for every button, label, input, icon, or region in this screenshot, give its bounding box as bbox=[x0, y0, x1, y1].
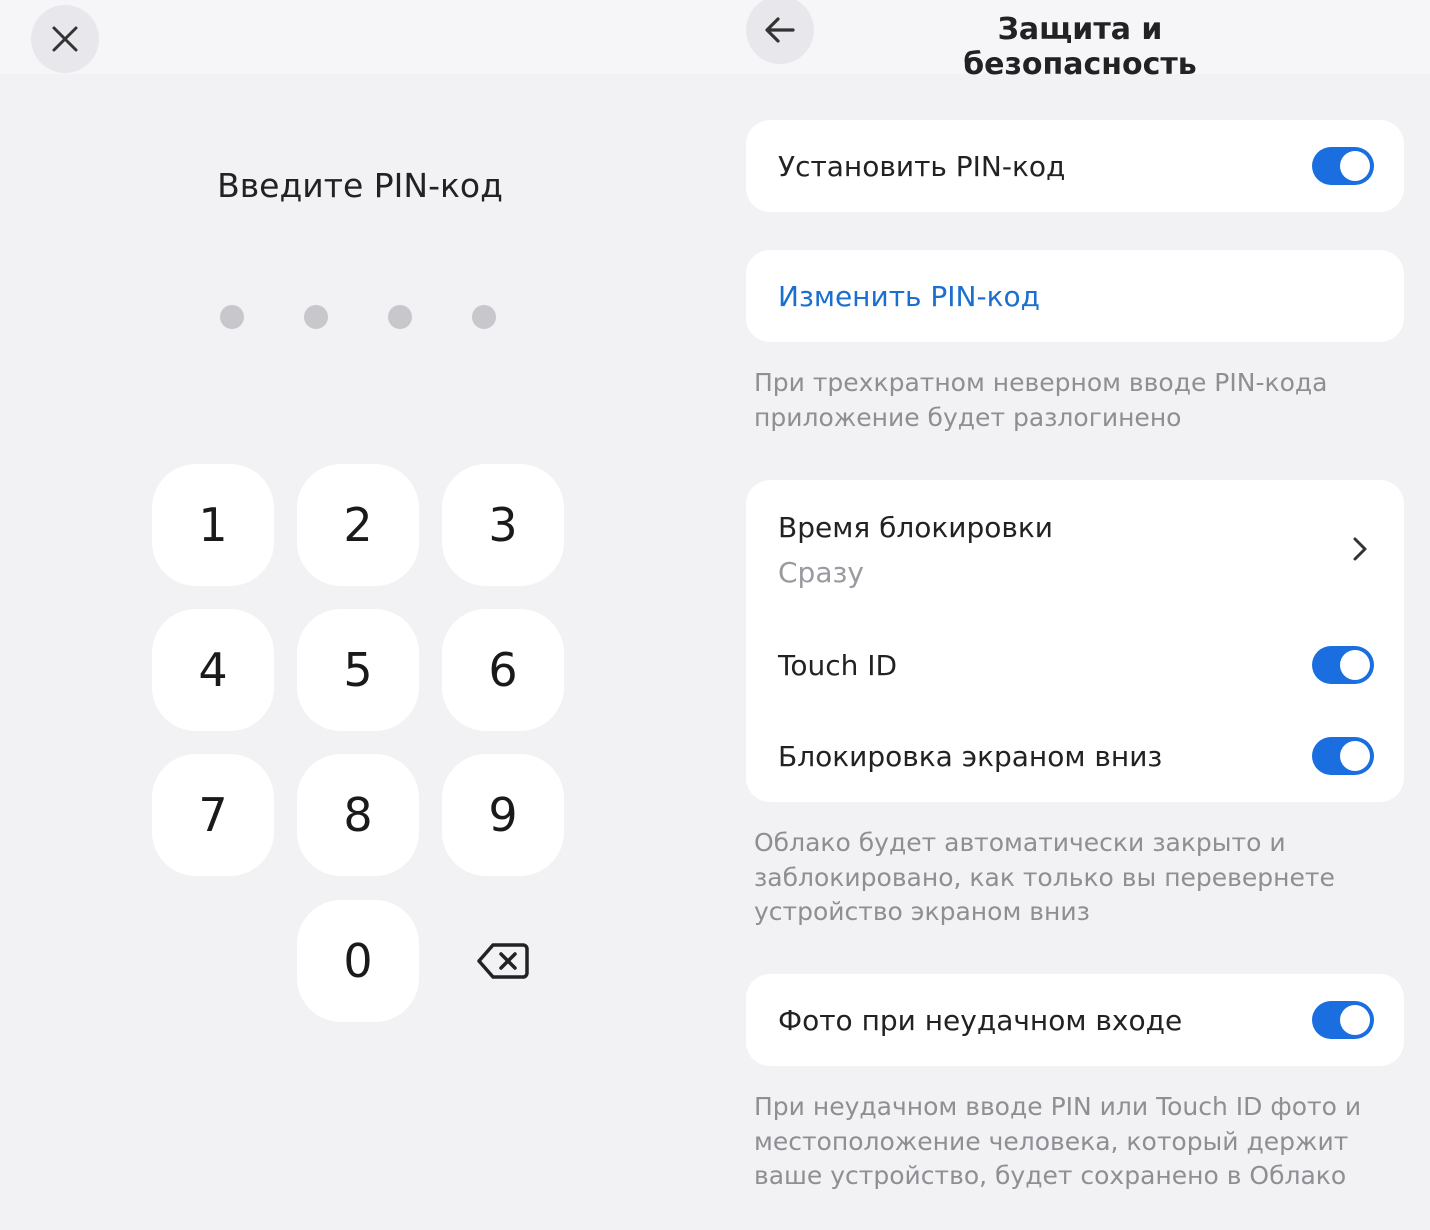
pin-entry-screen: Введите PIN-код 1 2 3 4 5 6 7 8 9 0 bbox=[0, 0, 720, 1230]
key-2[interactable]: 2 bbox=[297, 464, 419, 586]
lock-settings-card: Время блокировки Сразу Touch ID Блокиров… bbox=[746, 480, 1404, 802]
pin-dot bbox=[472, 305, 496, 329]
face-down-lock-label: Блокировка экраном вниз bbox=[778, 739, 1163, 773]
face-down-note: Облако будет автоматически закрыто и заб… bbox=[754, 828, 1335, 926]
failed-photo-label: Фото при неудачном входе bbox=[778, 1003, 1183, 1037]
pin-top-bar bbox=[0, 0, 720, 74]
set-pin-row: Установить PIN-код bbox=[746, 120, 1404, 212]
backspace-button[interactable] bbox=[442, 900, 564, 1022]
close-icon bbox=[52, 26, 78, 52]
key-0[interactable]: 0 bbox=[297, 900, 419, 1022]
face-down-lock-toggle[interactable] bbox=[1312, 737, 1374, 775]
pin-title: Введите PIN-код bbox=[217, 166, 503, 205]
failed-photo-note: При неудачном вводе PIN или Touch ID фот… bbox=[754, 1092, 1362, 1190]
pin-dot bbox=[220, 305, 244, 329]
lock-time-label: Время блокировки bbox=[778, 511, 1053, 544]
pin-dot bbox=[304, 305, 328, 329]
key-4[interactable]: 4 bbox=[152, 609, 274, 731]
lock-time-value: Сразу bbox=[778, 556, 864, 589]
key-3[interactable]: 3 bbox=[442, 464, 564, 586]
backspace-icon bbox=[477, 943, 529, 979]
change-pin-link[interactable]: Изменить PIN-код bbox=[778, 280, 1040, 313]
key-9[interactable]: 9 bbox=[442, 754, 564, 876]
chevron-right-icon[interactable] bbox=[1352, 536, 1368, 562]
face-down-lock-row: Блокировка экраном вниз bbox=[746, 710, 1404, 802]
key-8[interactable]: 8 bbox=[297, 754, 419, 876]
change-pin-row[interactable]: Изменить PIN-код bbox=[746, 250, 1404, 342]
close-button[interactable] bbox=[31, 5, 99, 73]
touch-id-label: Touch ID bbox=[778, 648, 898, 682]
key-1[interactable]: 1 bbox=[152, 464, 274, 586]
change-pin-card[interactable]: Изменить PIN-код bbox=[746, 250, 1404, 342]
key-5[interactable]: 5 bbox=[297, 609, 419, 731]
touch-id-toggle[interactable] bbox=[1312, 646, 1374, 684]
failed-photo-toggle[interactable] bbox=[1312, 1001, 1374, 1039]
key-7[interactable]: 7 bbox=[152, 754, 274, 876]
pin-dot bbox=[388, 305, 412, 329]
set-pin-label: Установить PIN-код bbox=[778, 149, 1066, 183]
key-6[interactable]: 6 bbox=[442, 609, 564, 731]
set-pin-toggle[interactable] bbox=[1312, 147, 1374, 185]
failed-photo-card: Фото при неудачном входе bbox=[746, 974, 1404, 1066]
set-pin-card: Установить PIN-код bbox=[746, 120, 1404, 212]
lock-time-row[interactable]: Время блокировки Сразу bbox=[746, 480, 1404, 620]
page-title: Защита и безопасность bbox=[963, 12, 1197, 82]
touch-id-row: Touch ID bbox=[746, 620, 1404, 710]
security-settings-screen: Защита и безопасность Установить PIN-код… bbox=[720, 0, 1430, 1230]
failed-photo-row: Фото при неудачном входе bbox=[746, 974, 1404, 1066]
arrow-left-icon bbox=[765, 17, 795, 43]
pin-note: При трехкратном неверном вводе PIN-кода … bbox=[754, 368, 1328, 432]
